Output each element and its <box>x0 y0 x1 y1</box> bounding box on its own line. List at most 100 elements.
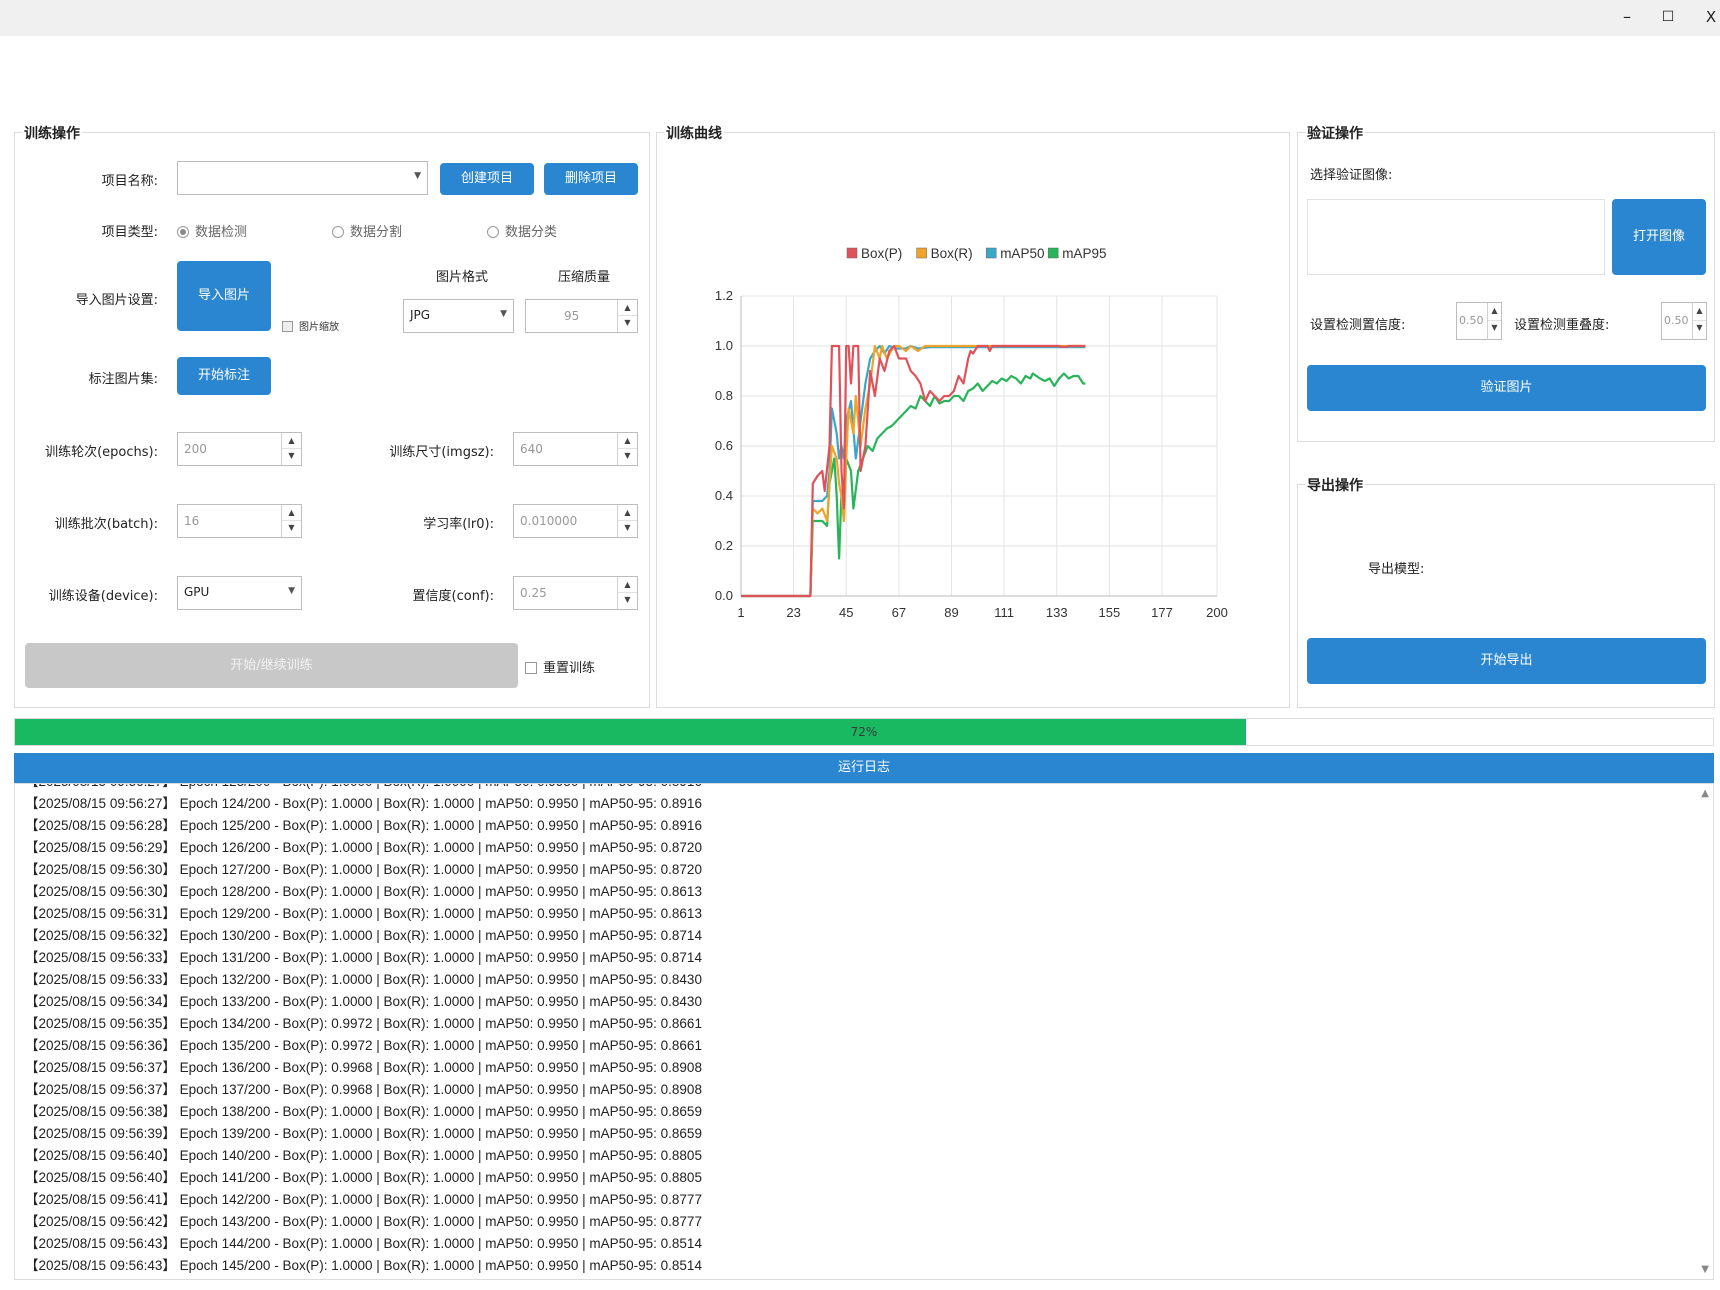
detect-conf-spinbox[interactable]: 0.50 ▲ ▼ <box>1456 302 1502 340</box>
device-value: GPU <box>184 585 210 599</box>
spin-down-icon[interactable]: ▼ <box>1693 320 1706 338</box>
close-icon[interactable]: X <box>1691 4 1720 30</box>
log-line: 【2025/08/15 09:56:40】 Epoch 141/200 - Bo… <box>25 1170 702 1185</box>
y-tick-label: 1.2 <box>715 288 733 303</box>
radio-classify[interactable]: 数据分类 <box>487 221 557 240</box>
imgsz-spinbox[interactable]: 640 ▲ ▼ <box>513 432 638 466</box>
quality-spinbox[interactable]: 95 ▲ ▼ <box>525 299 638 333</box>
epochs-spinbox[interactable]: 200 ▲ ▼ <box>177 432 302 466</box>
log-line: 【2025/08/15 09:56:43】 Epoch 144/200 - Bo… <box>25 1236 702 1251</box>
conf-spinbox[interactable]: 0.25 ▲ ▼ <box>513 576 638 610</box>
spin-down-icon[interactable]: ▼ <box>282 520 301 536</box>
select-image-label: 选择验证图像: <box>1310 168 1393 183</box>
scale-checkbox[interactable]: 图片缩放 <box>282 318 339 333</box>
chart-panel-title: 训练曲线 <box>664 123 724 143</box>
x-tick-label: 1 <box>737 605 744 620</box>
legend-label: mAP95 <box>1062 246 1106 261</box>
radio-dot-icon <box>177 226 189 238</box>
spin-down-icon[interactable]: ▼ <box>618 448 637 464</box>
log-line: 【2025/08/15 09:56:32】 Epoch 130/200 - Bo… <box>25 928 702 943</box>
checkbox-box <box>282 321 293 332</box>
legend-swatch <box>846 247 858 259</box>
train-panel <box>14 132 650 708</box>
log-line: 【2025/08/15 09:56:35】 Epoch 134/200 - Bo… <box>25 1016 702 1031</box>
device-label: 训练设备(device): <box>48 589 158 604</box>
verify-image-button[interactable]: 验证图片 <box>1307 365 1706 411</box>
legend-swatch <box>985 247 997 259</box>
x-tick-label: 45 <box>839 605 853 620</box>
format-value: JPG <box>410 308 431 322</box>
quality-value: 95 <box>564 309 580 323</box>
x-tick-label: 89 <box>944 605 958 620</box>
spin-down-icon[interactable]: ▼ <box>618 592 637 608</box>
detect-overlap-spinbox[interactable]: 0.50 ▲ ▼ <box>1661 302 1707 340</box>
log-line: 【2025/08/15 09:56:28】 Epoch 125/200 - Bo… <box>25 818 702 833</box>
detect-overlap-value: 0.50 <box>1664 314 1689 327</box>
log-line: 【2025/08/15 09:56:37】 Epoch 136/200 - Bo… <box>25 1060 702 1075</box>
legend-swatch <box>916 247 927 259</box>
verify-panel-title: 验证操作 <box>1305 123 1365 143</box>
detect-conf-value: 0.50 <box>1459 314 1484 327</box>
x-tick-label: 111 <box>994 605 1014 620</box>
batch-value: 16 <box>184 514 200 528</box>
delete-project-button[interactable]: 删除项目 <box>544 163 638 195</box>
legend-label: Box(R) <box>931 246 973 261</box>
format-combo[interactable]: JPG ▼ <box>403 299 514 333</box>
import-images-button[interactable]: 导入图片 <box>177 261 271 331</box>
start-annotate-button[interactable]: 开始标注 <box>177 357 271 395</box>
y-tick-label: 0.4 <box>715 488 733 503</box>
create-project-button[interactable]: 创建项目 <box>440 163 534 195</box>
legend-label: mAP50 <box>1000 246 1044 261</box>
format-header: 图片格式 <box>436 270 489 285</box>
reset-training-checkbox[interactable]: 重置训练 <box>525 657 595 676</box>
annotate-label: 标注图片集: <box>88 372 158 387</box>
legend-label: Box(P) <box>861 246 902 261</box>
log-area[interactable]: ▲ ▼ 【2025/08/15 09:56:27】 Epoch 123/200 … <box>14 783 1714 1280</box>
lr-label: 学习率(lr0): <box>423 517 494 532</box>
log-line: 【2025/08/15 09:56:39】 Epoch 139/200 - Bo… <box>25 1126 702 1141</box>
log-header: 运行日志 <box>14 753 1714 783</box>
spin-down-icon[interactable]: ▼ <box>618 520 637 536</box>
scroll-up-icon[interactable]: ▲ <box>1701 788 1709 799</box>
log-line: 【2025/08/15 09:56:37】 Epoch 137/200 - Bo… <box>25 1082 702 1097</box>
imgsz-label: 训练尺寸(imgsz): <box>389 445 494 460</box>
epochs-value: 200 <box>184 442 207 456</box>
radio-dot-icon <box>487 226 499 238</box>
open-image-button[interactable]: 打开图像 <box>1612 199 1706 275</box>
batch-label: 训练批次(batch): <box>54 517 158 532</box>
radio-classify-label: 数据分类 <box>505 225 558 240</box>
batch-spinbox[interactable]: 16 ▲ ▼ <box>177 504 302 538</box>
x-tick-label: 23 <box>786 605 800 620</box>
x-tick-label: 200 <box>1206 605 1228 620</box>
radio-dot-icon <box>332 226 344 238</box>
log-line: 【2025/08/15 09:56:27】 Epoch 123/200 - Bo… <box>25 784 702 790</box>
radio-segment[interactable]: 数据分割 <box>332 221 402 240</box>
log-line: 【2025/08/15 09:56:33】 Epoch 132/200 - Bo… <box>25 972 702 987</box>
export-model-label: 导出模型: <box>1368 562 1425 577</box>
project-name-combo[interactable]: ▼ <box>177 161 428 195</box>
series-line <box>741 344 1086 598</box>
progress-text: 72% <box>850 725 878 739</box>
x-tick-label: 67 <box>892 605 906 620</box>
train-panel-title: 训练操作 <box>22 123 82 143</box>
scroll-down-icon[interactable]: ▼ <box>1701 1264 1709 1275</box>
maximize-icon[interactable]: ☐ <box>1648 4 1688 30</box>
spin-down-icon[interactable]: ▼ <box>1488 320 1501 338</box>
training-progress-bar: 72% <box>14 718 1714 746</box>
log-line: 【2025/08/15 09:56:30】 Epoch 127/200 - Bo… <box>25 862 702 877</box>
spin-down-icon[interactable]: ▼ <box>282 448 301 464</box>
log-line: 【2025/08/15 09:56:43】 Epoch 145/200 - Bo… <box>25 1258 702 1273</box>
legend-swatch <box>1047 247 1059 259</box>
minimize-icon[interactable]: – <box>1607 4 1647 30</box>
x-tick-label: 133 <box>1046 605 1068 620</box>
log-line: 【2025/08/15 09:56:34】 Epoch 133/200 - Bo… <box>25 994 702 1009</box>
start-training-button[interactable]: 开始/继续训练 <box>25 643 518 688</box>
spin-down-icon[interactable]: ▼ <box>618 315 637 331</box>
lr-spinbox[interactable]: 0.010000 ▲ ▼ <box>513 504 638 538</box>
detect-conf-label: 设置检测置信度: <box>1310 318 1406 333</box>
image-path-field[interactable] <box>1307 199 1605 275</box>
y-tick-label: 0.2 <box>715 538 733 553</box>
start-export-button[interactable]: 开始导出 <box>1307 638 1706 684</box>
device-combo[interactable]: GPU ▼ <box>177 576 302 610</box>
radio-detect[interactable]: 数据检测 <box>177 221 247 240</box>
